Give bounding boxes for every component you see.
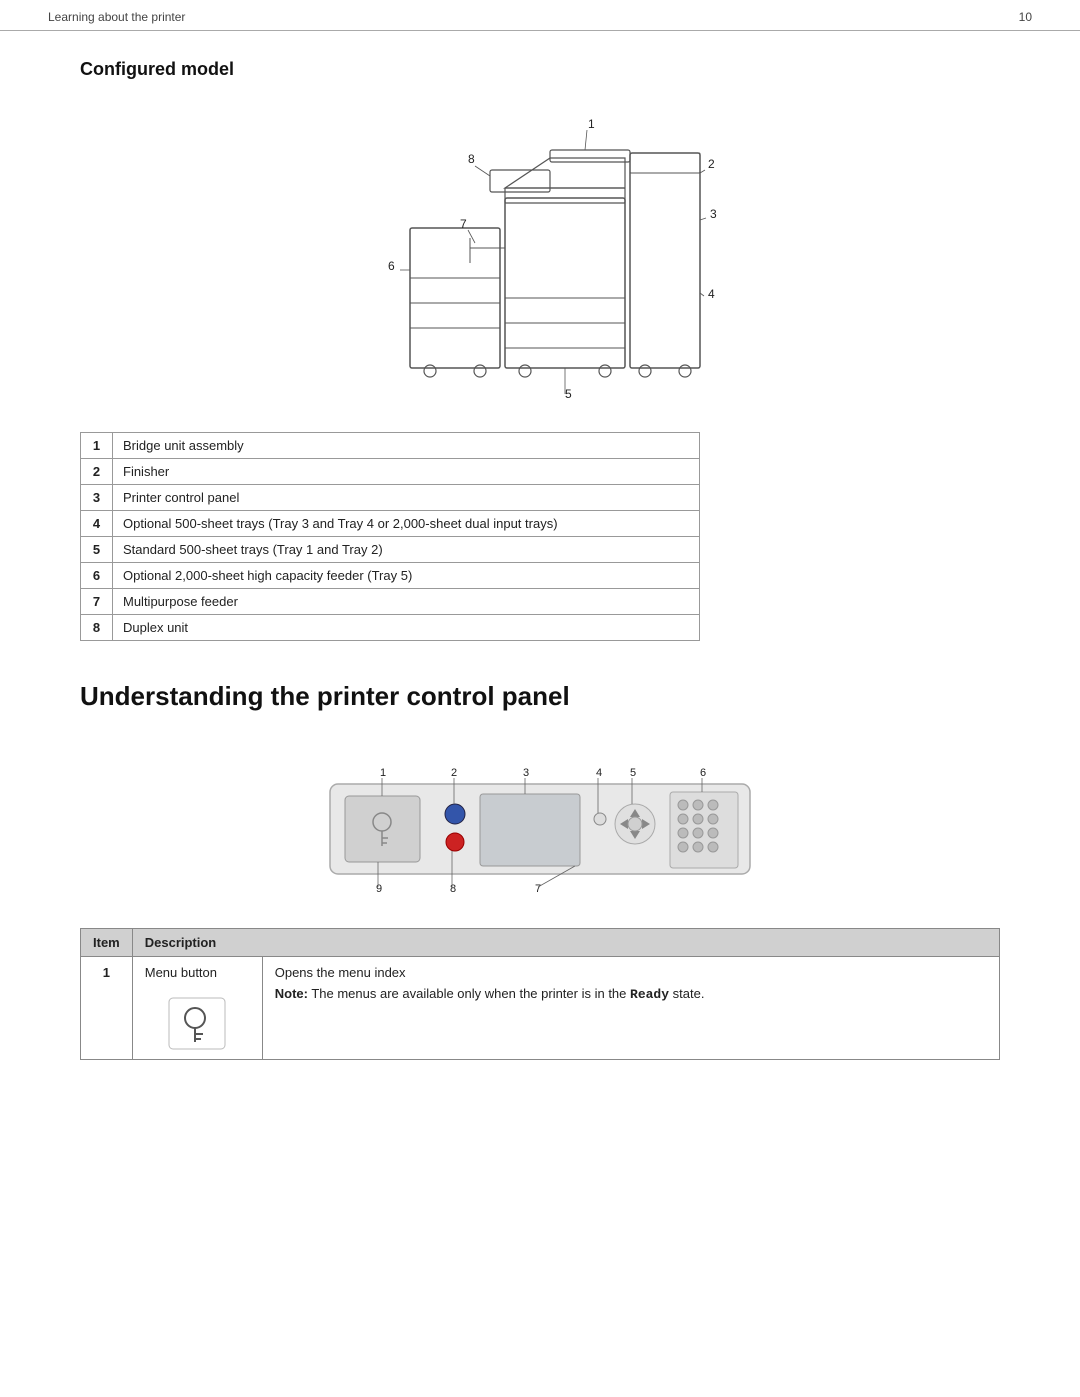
table-row: 4Optional 500-sheet trays (Tray 3 and Tr… bbox=[81, 511, 700, 537]
svg-text:3: 3 bbox=[710, 207, 717, 221]
svg-text:6: 6 bbox=[388, 259, 395, 273]
part-desc: Finisher bbox=[113, 459, 700, 485]
part-desc: Optional 500-sheet trays (Tray 3 and Tra… bbox=[113, 511, 700, 537]
svg-text:4: 4 bbox=[596, 767, 602, 779]
table-row: 8Duplex unit bbox=[81, 615, 700, 641]
item-desc: Opens the menu index Note: The menus are… bbox=[262, 957, 999, 1060]
svg-text:7: 7 bbox=[460, 217, 467, 231]
svg-text:3: 3 bbox=[523, 767, 529, 779]
part-num: 7 bbox=[81, 589, 113, 615]
part-desc: Duplex unit bbox=[113, 615, 700, 641]
item-num: 1 bbox=[81, 957, 133, 1060]
item-note: Note: The menus are available only when … bbox=[275, 986, 987, 1002]
part-desc: Multipurpose feeder bbox=[113, 589, 700, 615]
part-num: 6 bbox=[81, 563, 113, 589]
page-header: Learning about the printer 10 bbox=[0, 0, 1080, 31]
description-table: Item Description 1 Menu button bbox=[80, 928, 1000, 1060]
col-description: Description bbox=[132, 929, 999, 957]
part-desc: Optional 2,000-sheet high capacity feede… bbox=[113, 563, 700, 589]
svg-text:8: 8 bbox=[450, 883, 456, 895]
svg-text:1: 1 bbox=[380, 767, 386, 779]
svg-text:2: 2 bbox=[451, 767, 457, 779]
part-desc: Standard 500-sheet trays (Tray 1 and Tra… bbox=[113, 537, 700, 563]
understanding-panel-title: Understanding the printer control panel bbox=[80, 681, 1000, 712]
control-panel-diagram: 1 2 3 4 5 6 9 8 7 bbox=[280, 734, 800, 904]
svg-text:1: 1 bbox=[588, 117, 595, 131]
printer-diagram: 1 2 3 4 5 6 7 8 bbox=[350, 98, 730, 408]
control-panel-diagram-container: 1 2 3 4 5 6 9 8 7 bbox=[80, 734, 1000, 904]
svg-text:2: 2 bbox=[708, 157, 715, 171]
svg-text:8: 8 bbox=[468, 152, 475, 166]
item-name: Menu button bbox=[132, 957, 262, 1060]
svg-text:6: 6 bbox=[700, 767, 706, 779]
part-num: 3 bbox=[81, 485, 113, 511]
svg-text:5: 5 bbox=[565, 387, 572, 401]
part-num: 2 bbox=[81, 459, 113, 485]
part-num: 5 bbox=[81, 537, 113, 563]
table-row: 2Finisher bbox=[81, 459, 700, 485]
key-icon bbox=[167, 996, 227, 1051]
col-item: Item bbox=[81, 929, 133, 957]
part-num: 4 bbox=[81, 511, 113, 537]
table-row: 5Standard 500-sheet trays (Tray 1 and Tr… bbox=[81, 537, 700, 563]
configured-model-title: Configured model bbox=[80, 59, 1000, 80]
header-left: Learning about the printer bbox=[48, 10, 185, 24]
svg-text:5: 5 bbox=[630, 767, 636, 779]
main-content: Configured model bbox=[0, 31, 1080, 1100]
printer-diagram-container: 1 2 3 4 5 6 7 8 bbox=[80, 98, 1000, 408]
table-row: 1 Menu button Opens bbox=[81, 957, 1000, 1060]
svg-text:9: 9 bbox=[376, 883, 382, 895]
part-num: 1 bbox=[81, 433, 113, 459]
table-row: 7Multipurpose feeder bbox=[81, 589, 700, 615]
svg-text:4: 4 bbox=[708, 287, 715, 301]
table-row: 6Optional 2,000-sheet high capacity feed… bbox=[81, 563, 700, 589]
part-num: 8 bbox=[81, 615, 113, 641]
table-row: 3Printer control panel bbox=[81, 485, 700, 511]
parts-table: 1Bridge unit assembly2Finisher3Printer c… bbox=[80, 432, 700, 641]
part-desc: Bridge unit assembly bbox=[113, 433, 700, 459]
header-right: 10 bbox=[1019, 10, 1032, 24]
svg-text:7: 7 bbox=[535, 883, 541, 895]
table-row: 1Bridge unit assembly bbox=[81, 433, 700, 459]
part-desc: Printer control panel bbox=[113, 485, 700, 511]
